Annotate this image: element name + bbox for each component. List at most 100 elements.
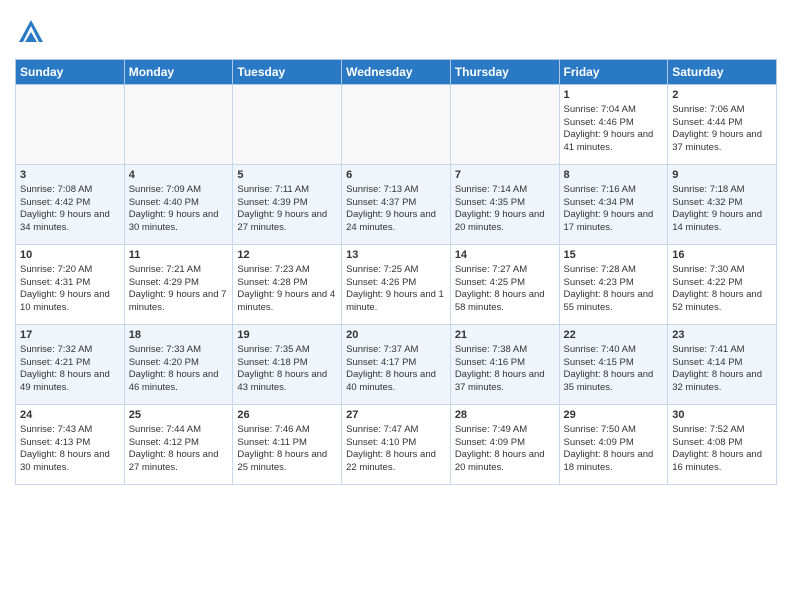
sunset-text: Sunset: 4:18 PM [237,357,307,368]
calendar-cell: 5Sunrise: 7:11 AMSunset: 4:39 PMDaylight… [233,165,342,245]
day-number: 24 [20,408,120,423]
sunrise-text: Sunrise: 7:40 AM [564,344,636,355]
daylight-text: Daylight: 9 hours and 10 minutes. [20,289,110,313]
calendar-cell [450,85,559,165]
calendar-cell: 21Sunrise: 7:38 AMSunset: 4:16 PMDayligh… [450,325,559,405]
sunset-text: Sunset: 4:35 PM [455,197,525,208]
calendar-cell: 14Sunrise: 7:27 AMSunset: 4:25 PMDayligh… [450,245,559,325]
calendar-cell: 2Sunrise: 7:06 AMSunset: 4:44 PMDaylight… [668,85,777,165]
calendar-cell: 17Sunrise: 7:32 AMSunset: 4:21 PMDayligh… [16,325,125,405]
sunset-text: Sunset: 4:09 PM [455,437,525,448]
logo-icon [15,16,47,53]
sunset-text: Sunset: 4:26 PM [346,277,416,288]
sunrise-text: Sunrise: 7:16 AM [564,184,636,195]
calendar-week-row: 10Sunrise: 7:20 AMSunset: 4:31 PMDayligh… [16,245,777,325]
calendar-header: SundayMondayTuesdayWednesdayThursdayFrid… [16,60,777,85]
daylight-text: Daylight: 8 hours and 49 minutes. [20,369,110,393]
day-header: Thursday [450,60,559,85]
daylight-text: Daylight: 8 hours and 30 minutes. [20,449,110,473]
sunrise-text: Sunrise: 7:13 AM [346,184,418,195]
calendar-week-row: 3Sunrise: 7:08 AMSunset: 4:42 PMDaylight… [16,165,777,245]
daylight-text: Daylight: 8 hours and 18 minutes. [564,449,654,473]
day-header: Sunday [16,60,125,85]
daylight-text: Daylight: 8 hours and 22 minutes. [346,449,436,473]
sunrise-text: Sunrise: 7:08 AM [20,184,92,195]
day-number: 22 [564,328,664,343]
sunrise-text: Sunrise: 7:18 AM [672,184,744,195]
daylight-text: Daylight: 8 hours and 16 minutes. [672,449,762,473]
sunset-text: Sunset: 4:21 PM [20,357,90,368]
calendar-cell [233,85,342,165]
calendar-week-row: 24Sunrise: 7:43 AMSunset: 4:13 PMDayligh… [16,405,777,485]
calendar-cell: 15Sunrise: 7:28 AMSunset: 4:23 PMDayligh… [559,245,668,325]
sunset-text: Sunset: 4:39 PM [237,197,307,208]
day-number: 18 [129,328,229,343]
day-number: 15 [564,248,664,263]
sunrise-text: Sunrise: 7:20 AM [20,264,92,275]
calendar-cell: 19Sunrise: 7:35 AMSunset: 4:18 PMDayligh… [233,325,342,405]
day-number: 7 [455,168,555,183]
calendar-cell [124,85,233,165]
calendar-cell: 16Sunrise: 7:30 AMSunset: 4:22 PMDayligh… [668,245,777,325]
day-number: 23 [672,328,772,343]
day-number: 20 [346,328,446,343]
daylight-text: Daylight: 8 hours and 32 minutes. [672,369,762,393]
daylight-text: Daylight: 8 hours and 43 minutes. [237,369,327,393]
calendar-cell: 28Sunrise: 7:49 AMSunset: 4:09 PMDayligh… [450,405,559,485]
sunset-text: Sunset: 4:12 PM [129,437,199,448]
day-number: 1 [564,88,664,103]
sunrise-text: Sunrise: 7:11 AM [237,184,309,195]
sunrise-text: Sunrise: 7:21 AM [129,264,201,275]
calendar-cell: 3Sunrise: 7:08 AMSunset: 4:42 PMDaylight… [16,165,125,245]
page-container: SundayMondayTuesdayWednesdayThursdayFrid… [0,0,792,490]
calendar-cell [16,85,125,165]
calendar-cell: 20Sunrise: 7:37 AMSunset: 4:17 PMDayligh… [342,325,451,405]
day-number: 25 [129,408,229,423]
day-number: 27 [346,408,446,423]
sunset-text: Sunset: 4:22 PM [672,277,742,288]
daylight-text: Daylight: 8 hours and 58 minutes. [455,289,545,313]
day-number: 19 [237,328,337,343]
day-number: 2 [672,88,772,103]
calendar-cell: 13Sunrise: 7:25 AMSunset: 4:26 PMDayligh… [342,245,451,325]
calendar-cell: 8Sunrise: 7:16 AMSunset: 4:34 PMDaylight… [559,165,668,245]
daylight-text: Daylight: 8 hours and 20 minutes. [455,449,545,473]
calendar-cell: 7Sunrise: 7:14 AMSunset: 4:35 PMDaylight… [450,165,559,245]
daylight-text: Daylight: 8 hours and 27 minutes. [129,449,219,473]
sunrise-text: Sunrise: 7:47 AM [346,424,418,435]
day-number: 4 [129,168,229,183]
sunset-text: Sunset: 4:28 PM [237,277,307,288]
sunset-text: Sunset: 4:13 PM [20,437,90,448]
daylight-text: Daylight: 9 hours and 20 minutes. [455,209,545,233]
header [15,10,777,53]
day-number: 17 [20,328,120,343]
calendar-cell: 23Sunrise: 7:41 AMSunset: 4:14 PMDayligh… [668,325,777,405]
daylight-text: Daylight: 9 hours and 34 minutes. [20,209,110,233]
calendar-cell: 11Sunrise: 7:21 AM Sunset: 4:29 PMDayligh… [124,245,233,325]
daylight-text: Daylight: 9 hours and 27 minutes. [237,209,327,233]
daylight-text: Daylight: 9 hours and 30 minutes. [129,209,219,233]
daylight-text: Daylight: 9 hours and 7 minutes. [129,289,227,313]
day-number: 28 [455,408,555,423]
sunrise-text: Sunrise: 7:33 AM [129,344,201,355]
sunset-text: Sunset: 4:29 PM [129,277,199,288]
calendar-cell: 4Sunrise: 7:09 AMSunset: 4:40 PMDaylight… [124,165,233,245]
sunset-text: Sunset: 4:08 PM [672,437,742,448]
day-number: 16 [672,248,772,263]
daylight-text: Daylight: 9 hours and 1 minute. [346,289,444,313]
daylight-text: Daylight: 8 hours and 25 minutes. [237,449,327,473]
sunset-text: Sunset: 4:40 PM [129,197,199,208]
daylight-text: Daylight: 8 hours and 52 minutes. [672,289,762,313]
sunset-text: Sunset: 4:46 PM [564,117,634,128]
daylight-text: Daylight: 8 hours and 35 minutes. [564,369,654,393]
sunset-text: Sunset: 4:11 PM [237,437,307,448]
sunrise-text: Sunrise: 7:23 AM [237,264,309,275]
day-number: 11 [129,248,229,263]
sunset-text: Sunset: 4:34 PM [564,197,634,208]
sunrise-text: Sunrise: 7:44 AM [129,424,201,435]
calendar-cell [342,85,451,165]
header-row: SundayMondayTuesdayWednesdayThursdayFrid… [16,60,777,85]
sunset-text: Sunset: 4:17 PM [346,357,416,368]
day-header: Saturday [668,60,777,85]
sunrise-text: Sunrise: 7:37 AM [346,344,418,355]
